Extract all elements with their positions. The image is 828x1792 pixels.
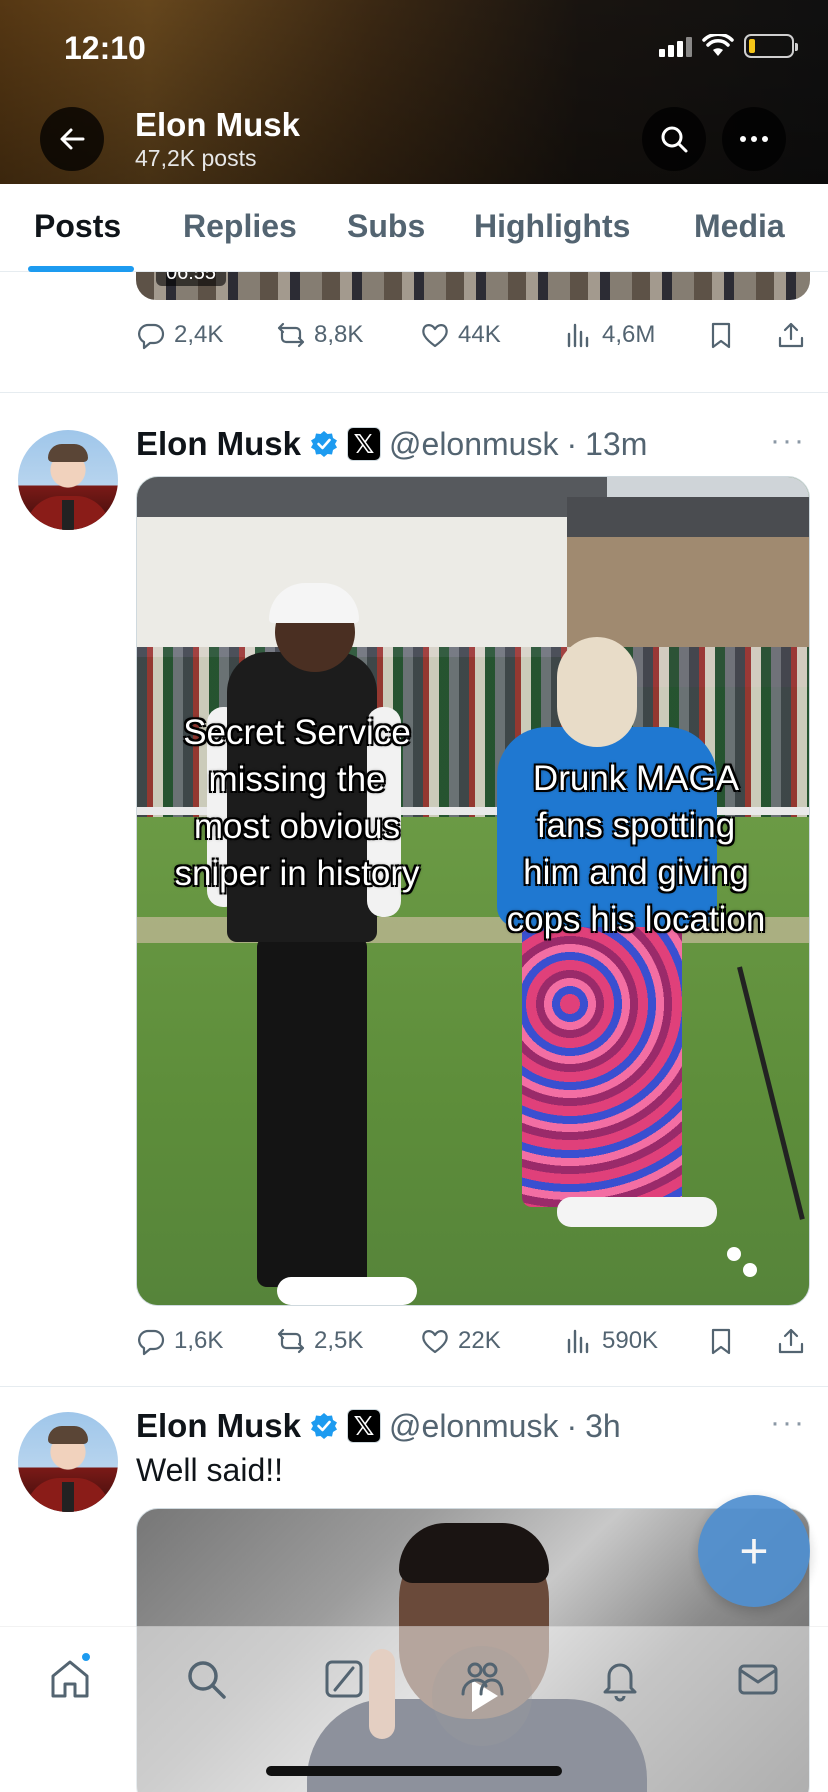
share-button[interactable] xyxy=(776,320,806,350)
search-button[interactable] xyxy=(642,107,706,171)
profile-tabs: Posts Replies Subs Highlights Media xyxy=(0,184,828,272)
wifi-icon xyxy=(702,34,734,56)
avatar[interactable] xyxy=(18,430,118,530)
tab-highlights[interactable]: Highlights xyxy=(474,208,630,245)
author-handle[interactable]: @elonmusk xyxy=(389,1408,558,1445)
repost-icon xyxy=(277,1328,305,1354)
repost-count: 8,8K xyxy=(314,321,364,348)
post-divider xyxy=(0,392,828,393)
post-divider xyxy=(0,1386,828,1387)
time-separator: · xyxy=(566,425,578,462)
post-time[interactable]: 13m xyxy=(585,426,647,463)
post-image[interactable]: Secret Service missing the most obvious … xyxy=(136,476,810,1306)
meme-caption-left: Secret Service missing the most obvious … xyxy=(174,713,420,893)
post-text: Well said!! xyxy=(136,1452,284,1488)
avatar[interactable] xyxy=(18,1412,118,1512)
time-separator: · xyxy=(566,1407,578,1444)
post-header: Elon Musk 𝕏 @elonmusk · 13m xyxy=(136,422,647,466)
bell-icon xyxy=(603,1663,637,1702)
notification-dot xyxy=(80,1651,92,1663)
author-name[interactable]: Elon Musk xyxy=(136,425,301,463)
verified-icon xyxy=(311,431,338,457)
views-icon xyxy=(567,1329,589,1354)
video-duration: 06:55 xyxy=(156,272,227,286)
post-time[interactable]: 3h xyxy=(585,1408,621,1445)
x-affiliate-badge: 𝕏 xyxy=(347,1409,382,1443)
author-handle[interactable]: @elonmusk xyxy=(389,426,558,463)
like-button[interactable]: 22K xyxy=(420,1326,501,1356)
bookmark-icon xyxy=(711,1328,731,1355)
signal-icon xyxy=(659,35,692,57)
nav-communities[interactable] xyxy=(452,1649,512,1709)
grok-icon xyxy=(325,1660,363,1698)
header-name: Elon Musk xyxy=(135,106,301,143)
communities-icon xyxy=(461,1662,504,1696)
reply-button[interactable]: 1,6K xyxy=(136,1326,223,1356)
back-arrow-icon xyxy=(60,128,85,150)
profile-header: 12:10 Elon Musk 47,2K posts xyxy=(0,0,828,184)
more-icon xyxy=(740,136,768,142)
reply-count: 2,4K xyxy=(174,321,224,348)
views-icon xyxy=(567,323,589,348)
views-count: 590K xyxy=(602,1327,659,1354)
previous-post-media[interactable]: 06:55 xyxy=(136,272,810,300)
like-count: 22K xyxy=(458,1327,501,1354)
status-icons xyxy=(659,34,798,58)
nav-home[interactable] xyxy=(40,1649,100,1709)
nav-messages[interactable] xyxy=(728,1649,788,1709)
bookmark-button[interactable] xyxy=(706,1326,736,1356)
compose-button[interactable]: + xyxy=(698,1495,810,1607)
tab-subs[interactable]: Subs xyxy=(347,208,425,245)
post-header: Elon Musk 𝕏 @elonmusk · 3h xyxy=(136,1404,621,1448)
meme-caption-right: Drunk MAGA fans spotting him and giving … xyxy=(506,759,766,939)
views-button[interactable]: 590K xyxy=(564,1326,658,1356)
mail-icon xyxy=(738,1664,778,1695)
share-icon xyxy=(778,1328,804,1354)
tab-posts[interactable]: Posts xyxy=(34,208,121,245)
reply-count: 1,6K xyxy=(174,1327,224,1354)
post-more-button[interactable]: ··· xyxy=(770,424,806,458)
battery-icon xyxy=(744,34,798,58)
search-icon xyxy=(188,1661,226,1699)
post-actions: 1,6K 2,5K 22K 590K xyxy=(136,1320,808,1360)
header-posts-count: 47,2K posts xyxy=(135,145,257,171)
verified-icon xyxy=(311,1413,338,1439)
post-more-button[interactable]: ··· xyxy=(770,1406,806,1440)
repost-icon xyxy=(277,322,305,348)
repost-button[interactable]: 2,5K xyxy=(276,1326,363,1356)
active-tab-indicator xyxy=(28,266,134,272)
more-button[interactable] xyxy=(722,107,786,171)
nav-notifications[interactable] xyxy=(590,1649,650,1709)
views-button[interactable]: 4,6M xyxy=(564,320,655,350)
tab-media[interactable]: Media xyxy=(694,208,785,245)
back-button[interactable] xyxy=(40,107,104,171)
share-icon xyxy=(778,322,804,348)
bookmark-button[interactable] xyxy=(706,320,736,350)
x-affiliate-badge: 𝕏 xyxy=(347,427,382,461)
share-button[interactable] xyxy=(776,1326,806,1356)
tab-replies[interactable]: Replies xyxy=(183,208,297,245)
reply-icon xyxy=(138,323,165,350)
nav-grok[interactable] xyxy=(314,1649,374,1709)
views-count: 4,6M xyxy=(602,321,656,348)
previous-post-actions: 2,4K 8,8K 44K 4,6M xyxy=(136,314,808,354)
status-time: 12:10 xyxy=(64,30,146,66)
like-icon xyxy=(422,324,448,348)
like-button[interactable]: 44K xyxy=(420,320,501,350)
reply-button[interactable]: 2,4K xyxy=(136,320,223,350)
bookmark-icon xyxy=(711,322,731,349)
nav-search[interactable] xyxy=(176,1649,236,1709)
home-indicator xyxy=(266,1766,562,1776)
search-icon xyxy=(661,126,688,153)
like-count: 44K xyxy=(458,321,501,348)
like-icon xyxy=(422,1330,448,1354)
author-name[interactable]: Elon Musk xyxy=(136,1407,301,1445)
reply-icon xyxy=(138,1329,165,1356)
plus-icon: + xyxy=(739,1523,769,1579)
repost-button[interactable]: 8,8K xyxy=(276,320,363,350)
repost-count: 2,5K xyxy=(314,1327,364,1354)
